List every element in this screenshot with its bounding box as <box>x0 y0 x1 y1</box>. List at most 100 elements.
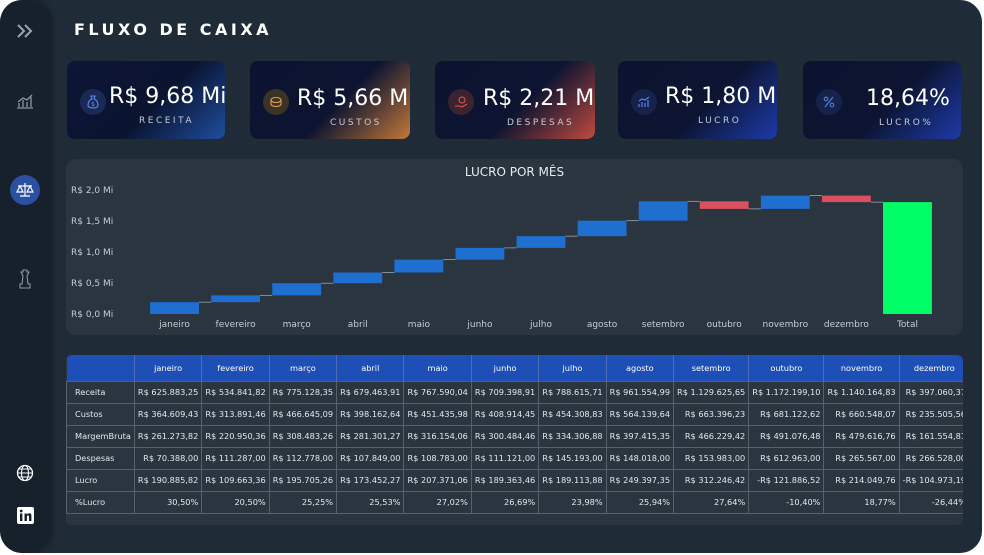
coins-icon <box>263 89 289 115</box>
waterfall-bar-dezembro[interactable] <box>821 195 871 203</box>
table-cell: R$ 312.246,42 <box>673 468 750 492</box>
table-cell: R$ 148.018,00 <box>605 446 675 470</box>
table-cell: R$ 235.505,56 <box>898 402 963 426</box>
x-tick-label: julho <box>529 320 552 330</box>
page-title: FLUXO DE CAIXA <box>74 20 273 39</box>
linkedin-icon[interactable] <box>10 500 40 530</box>
table-cell: R$ 108.783,00 <box>403 446 472 470</box>
waterfall-bar-agosto[interactable] <box>577 220 627 237</box>
waterfall-bar-outubro[interactable] <box>699 201 749 209</box>
table-cell: R$ 266.528,00 <box>898 446 963 470</box>
globe-icon[interactable] <box>10 458 40 488</box>
table-cell: R$ 1.129.625,65 <box>673 380 750 404</box>
table-cell: 30,50% <box>133 490 203 514</box>
kpi-card-despesas: R$ 2,21 Mi DESPESAS <box>435 61 595 139</box>
column-header[interactable]: abril <box>336 355 405 381</box>
table-cell: R$ 161.554,81 <box>898 424 963 448</box>
column-header[interactable]: maio <box>403 355 472 381</box>
table-cell: -26,44% <box>898 490 963 514</box>
percent-icon <box>816 89 842 115</box>
table-cell: R$ 145.193,00 <box>538 446 607 470</box>
waterfall-bar-junho[interactable] <box>455 247 505 260</box>
table-cell: R$ 195.705,26 <box>268 468 338 492</box>
column-header[interactable]: fevereiro <box>201 355 270 381</box>
column-header[interactable]: julho <box>538 355 607 381</box>
x-tick-label: agosto <box>587 320 618 330</box>
waterfall-bar-Total[interactable] <box>883 202 932 314</box>
row-label: %Lucro <box>66 490 135 514</box>
table-cell: R$ 220.950,36 <box>201 424 270 448</box>
waterfall-bar-setembro[interactable] <box>638 201 688 221</box>
kpi-value: R$ 5,66 Mi <box>297 86 410 111</box>
row-label: Despesas <box>66 446 135 470</box>
table-row: Lucro R$ 190.885,82 R$ 109.663,36 R$ 195.70… <box>66 468 963 492</box>
column-header[interactable]: dezembro <box>899 355 963 381</box>
waterfall-bar-fevereiro[interactable] <box>211 295 261 303</box>
table-cell: R$ 265.567,00 <box>823 446 900 470</box>
x-tick-label: Total <box>896 320 918 330</box>
table-cell: R$ 1.140.164,83 <box>823 380 900 404</box>
kpi-card-receita: $ R$ 9,68 Mi RECEITA <box>67 61 225 139</box>
x-tick-label: janeiro <box>158 320 190 330</box>
table-cell: R$ 398.162,64 <box>336 402 405 426</box>
table-cell: R$ 107.849,00 <box>336 446 405 470</box>
sidebar <box>0 0 50 553</box>
kpi-value: R$ 9,68 Mi <box>109 84 225 109</box>
waterfall-bar-julho[interactable] <box>516 236 566 248</box>
expand-chevrons-icon[interactable] <box>10 16 40 46</box>
cash-flow-table-panel: janeiro fevereiro março abril maio junho julho… <box>66 355 963 525</box>
row-label: Receita <box>66 380 135 404</box>
x-tick-label: junho <box>466 320 493 330</box>
table-row: %Lucro 30,50% 20,50% 25,25% 25,53% 27,02% 26,6… <box>66 490 963 514</box>
table-cell: 18,77% <box>823 490 900 514</box>
table-cell: 23,98% <box>538 490 607 514</box>
y-tick-label: R$ 0,0 Mi <box>71 310 113 320</box>
table-cell: R$ 1.172.199,10 <box>748 380 825 404</box>
x-tick-label: março <box>283 320 312 330</box>
table-row: Custos R$ 364.609,43 R$ 313.891,46 R$ 466.6… <box>66 402 963 426</box>
y-tick-label: R$ 2,0 Mi <box>71 186 113 196</box>
kpi-card-lucro-percent: 18,64% LUCRO% <box>803 61 961 139</box>
table-cell: 25,94% <box>605 490 675 514</box>
growth-chart-icon <box>631 89 657 115</box>
table-cell: 25,25% <box>268 490 338 514</box>
bar-chart-icon[interactable] <box>10 86 40 116</box>
column-header[interactable]: setembro <box>673 355 750 381</box>
table-cell: R$ 214.049,76 <box>823 468 900 492</box>
kpi-label: CUSTOS <box>330 118 382 128</box>
table-cell: R$ 451.435,98 <box>403 402 472 426</box>
waterfall-bar-janeiro[interactable] <box>150 302 199 314</box>
table-cell: R$ 308.483,26 <box>268 424 338 448</box>
table-cell: R$ 300.484,46 <box>470 424 540 448</box>
kpi-value: R$ 2,21 Mi <box>483 86 595 111</box>
waterfall-bar-março[interactable] <box>272 283 322 296</box>
column-header[interactable]: março <box>269 355 338 381</box>
column-header[interactable]: novembro <box>823 355 900 381</box>
table-header-row: janeiro fevereiro março abril maio junho julho… <box>66 355 963 381</box>
column-header[interactable]: junho <box>471 355 540 381</box>
dashboard-app: FLUXO DE CAIXA $ R$ 9,68 Mi RECEITA R$ 5… <box>0 0 982 553</box>
table-cell: R$ 709.398,91 <box>470 380 540 404</box>
waterfall-bar-novembro[interactable] <box>760 195 810 209</box>
column-header[interactable] <box>66 355 135 381</box>
column-header[interactable]: outubro <box>748 355 825 381</box>
column-header[interactable]: agosto <box>606 355 675 381</box>
table-cell: R$ 775.128,35 <box>268 380 338 404</box>
table-cell: 25,53% <box>336 490 405 514</box>
waterfall-bar-maio[interactable] <box>394 259 444 273</box>
table-cell: R$ 281.301,27 <box>336 424 405 448</box>
chess-piece-icon[interactable] <box>10 264 40 294</box>
table-cell: R$ 397.415,35 <box>605 424 675 448</box>
table-cell: R$ 788.615,71 <box>538 380 607 404</box>
x-tick-label: fevereiro <box>216 320 257 330</box>
column-header[interactable]: janeiro <box>134 355 203 381</box>
balance-scale-icon[interactable] <box>10 175 40 205</box>
cash-flow-table: janeiro fevereiro março abril maio junho julho… <box>66 355 963 514</box>
kpi-value: R$ 1,80 Mi <box>665 84 777 109</box>
waterfall-bar-abril[interactable] <box>333 272 383 284</box>
profit-by-month-chart-panel: LUCRO POR MÊS R$ 0,0 Mi R$ 0,5 Mi R$ 1,0 M… <box>66 159 963 335</box>
x-tick-label: maio <box>408 320 431 330</box>
hand-coin-icon <box>448 89 474 115</box>
table-row: MargemBruta R$ 261.273,82 R$ 220.950,36 R$ … <box>66 424 963 448</box>
x-tick-label: dezembro <box>824 320 869 330</box>
